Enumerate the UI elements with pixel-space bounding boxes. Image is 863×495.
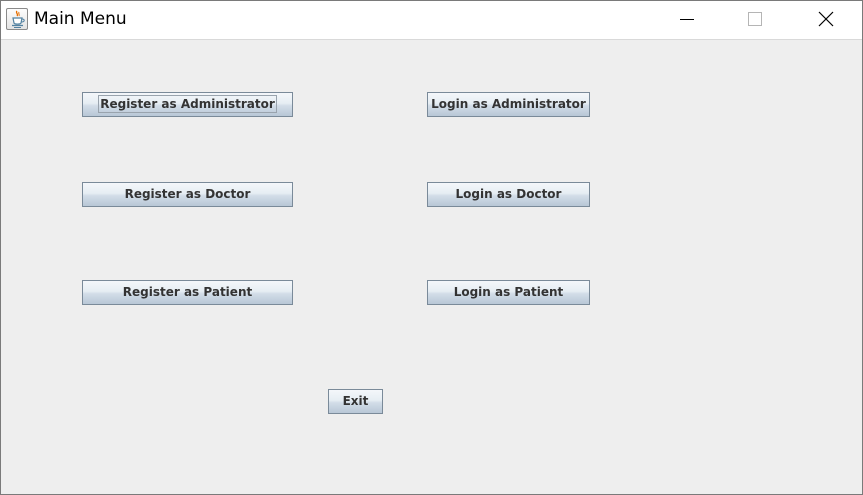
minimize-button[interactable] [664,1,710,38]
register-doctor-label: Register as Doctor [124,187,251,201]
title-bar[interactable]: Main Menu [1,1,862,40]
maximize-button[interactable] [732,1,778,38]
close-icon [818,11,834,27]
minimize-icon [680,19,694,20]
register-doctor-button[interactable]: Register as Doctor [82,182,293,207]
login-doctor-button[interactable]: Login as Doctor [427,182,590,207]
register-administrator-button[interactable]: Register as Administrator [82,92,293,117]
login-patient-label: Login as Patient [453,285,564,299]
exit-label: Exit [342,394,369,408]
close-button[interactable] [803,1,849,38]
window-title: Main Menu [34,9,127,29]
exit-button[interactable]: Exit [328,389,383,414]
login-doctor-label: Login as Doctor [455,187,562,201]
main-menu-window: Main Menu Register as Administrator Logi… [0,0,863,495]
login-administrator-button[interactable]: Login as Administrator [427,92,590,117]
login-administrator-label: Login as Administrator [431,97,586,111]
maximize-icon [748,12,762,26]
login-patient-button[interactable]: Login as Patient [427,280,590,305]
java-cup-icon[interactable] [6,8,28,30]
register-patient-button[interactable]: Register as Patient [82,280,293,305]
register-administrator-label: Register as Administrator [98,94,277,113]
register-patient-label: Register as Patient [122,285,253,299]
